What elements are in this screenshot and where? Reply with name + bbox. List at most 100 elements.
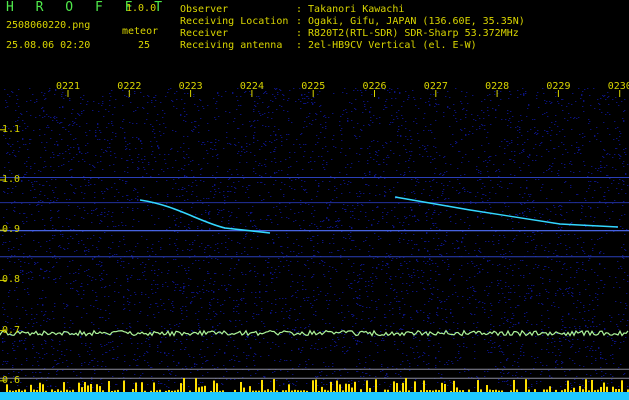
- activity-bar: [423, 380, 425, 392]
- activity-bar: [366, 380, 368, 392]
- activity-bar: [261, 379, 263, 392]
- activity-bar: [315, 379, 317, 392]
- activity-bar: [393, 381, 395, 392]
- activity-bar: [312, 380, 314, 392]
- location-value: : Ogaki, Gifu, JAPAN (136.60E, 35.35N): [296, 16, 525, 27]
- activity-bar: [72, 389, 74, 392]
- activity-bar: [477, 380, 479, 392]
- activity-bar: [414, 381, 416, 392]
- activity-bar: [495, 389, 497, 392]
- activity-bar: [285, 390, 287, 392]
- activity-bar: [267, 389, 269, 392]
- activity-bar: [582, 389, 584, 392]
- activity-bar: [60, 390, 62, 392]
- activity-bar: [33, 389, 35, 392]
- activity-bar: [243, 387, 245, 392]
- activity-bar: [159, 389, 161, 392]
- activity-bar: [255, 390, 257, 392]
- header-panel: H R O F F T 1.0.0 2508060220.png 25.08.0…: [0, 0, 629, 72]
- activity-bar: [57, 389, 59, 392]
- activity-bar: [324, 389, 326, 392]
- activity-bar: [114, 390, 116, 392]
- activity-bar: [189, 390, 191, 392]
- activity-bar: [546, 389, 548, 392]
- activity-bar: [561, 390, 563, 392]
- activity-bar: [621, 380, 623, 392]
- activity-bar: [42, 384, 44, 392]
- activity-bar: [435, 389, 437, 392]
- activity-bar: [9, 390, 11, 392]
- activity-bar: [486, 385, 488, 392]
- y-tick-label: 0.7: [2, 324, 21, 336]
- activity-bar: [450, 390, 452, 392]
- activity-bar: [165, 390, 167, 392]
- activity-bar: [525, 379, 527, 392]
- activity-bar: [291, 390, 293, 392]
- activity-bar: [69, 390, 71, 392]
- activity-bar: [234, 389, 236, 392]
- file-name: 2508060220.png: [6, 20, 91, 31]
- activity-bar: [303, 390, 305, 392]
- activity-baseline: [0, 392, 629, 400]
- activity-bar: [498, 390, 500, 392]
- x-tick-label: 0223: [178, 81, 203, 92]
- activity-bar: [45, 390, 47, 392]
- activity-bar: [297, 390, 299, 392]
- receiver-row: Receiver: R820T2(RTL-SDR) SDR-Sharp 53.3…: [180, 28, 519, 40]
- antenna-label: Receiving antenna: [180, 40, 283, 51]
- activity-bar: [282, 390, 284, 392]
- x-tick-label: 0226: [362, 81, 387, 92]
- activity-bar: [612, 386, 614, 392]
- spectrogram: [0, 72, 629, 400]
- activity-bar: [573, 387, 575, 392]
- activity-bar: [420, 390, 422, 392]
- activity-bar: [21, 390, 23, 392]
- y-tick-label: 1.0: [2, 174, 21, 185]
- activity-bar: [387, 389, 389, 392]
- activity-bar: [63, 382, 65, 392]
- activity-bar: [102, 390, 104, 392]
- activity-bar: [369, 387, 371, 392]
- activity-bar: [405, 378, 407, 392]
- location-label: Receiving Location: [180, 16, 289, 27]
- activity-bar: [408, 390, 410, 392]
- activity-bar: [492, 390, 494, 392]
- activity-bar: [135, 382, 137, 392]
- activity-bar: [153, 382, 155, 392]
- activity-bar: [597, 389, 599, 392]
- activity-bar: [321, 386, 323, 392]
- activity-bar: [345, 383, 347, 392]
- activity-bar: [249, 386, 251, 392]
- x-tick-label: 0224: [239, 81, 264, 92]
- activity-bar: [459, 390, 461, 392]
- activity-bar: [195, 378, 197, 392]
- activity-bar: [270, 390, 272, 392]
- activity-bar: [201, 386, 203, 392]
- x-tick-label: 0225: [301, 81, 326, 92]
- activity-bar: [429, 390, 431, 392]
- activity-bar: [591, 379, 593, 392]
- activity-bar: [156, 390, 158, 392]
- x-tick-label: 0229: [546, 81, 571, 92]
- x-tick-label: 0221: [56, 81, 81, 92]
- activity-bar: [564, 389, 566, 392]
- activity-bar: [432, 390, 434, 392]
- activity-bar: [501, 390, 503, 392]
- activity-bar: [516, 389, 518, 392]
- activity-bar: [528, 389, 530, 392]
- activity-bar: [570, 390, 572, 392]
- activity-bar: [441, 382, 443, 392]
- capture-datetime: 25.08.06 02:20: [6, 40, 91, 51]
- activity-bar: [489, 389, 491, 392]
- activity-bar: [276, 390, 278, 392]
- activity-bar: [351, 387, 353, 392]
- activity-bar: [198, 387, 200, 392]
- activity-bar: [534, 389, 536, 392]
- location-row: Receiving Location : Ogaki, Gifu, JAPAN (…: [180, 16, 525, 28]
- activity-bar: [183, 378, 185, 392]
- activity-bar: [90, 384, 92, 392]
- activity-bar: [96, 384, 98, 392]
- activity-bar: [30, 384, 32, 392]
- y-tick-label: 0.6: [2, 374, 21, 386]
- antenna-row: Receiving antenna: 2el-HB9CV Vertical (e…: [180, 40, 477, 52]
